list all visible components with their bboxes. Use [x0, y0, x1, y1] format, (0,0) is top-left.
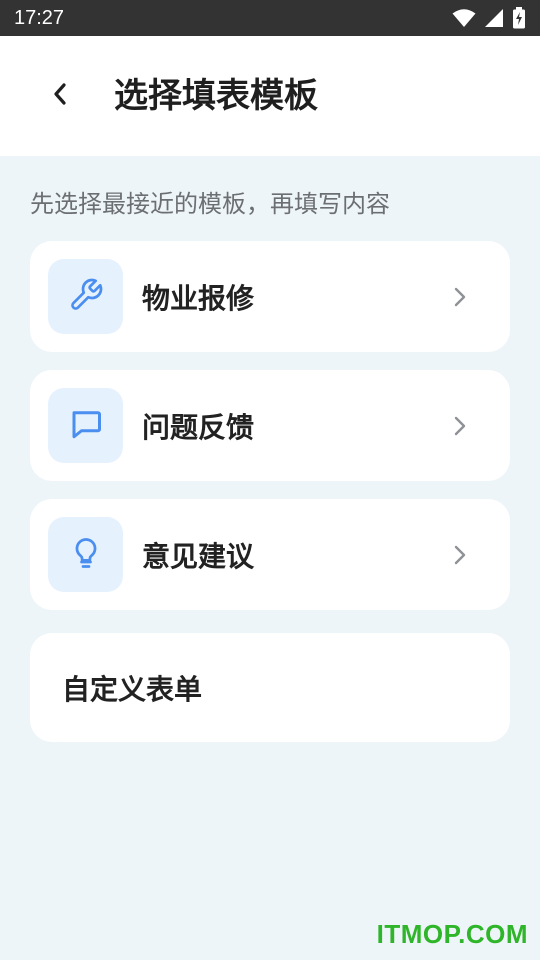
chevron-right-icon — [454, 499, 466, 610]
template-icon-box — [48, 259, 123, 334]
template-card-suggestion[interactable]: 意见建议 — [30, 499, 510, 610]
page-title: 选择填表模板 — [114, 76, 318, 116]
lightbulb-icon — [68, 535, 104, 575]
watermark-logo: ITMOP.COM — [376, 919, 528, 949]
template-icon-box — [48, 388, 123, 463]
battery-charging-icon — [512, 7, 526, 29]
custom-form-card[interactable]: 自定义表单 — [30, 633, 510, 742]
template-card-repair[interactable]: 物业报修 — [30, 241, 510, 352]
status-time: 17:27 — [14, 6, 65, 29]
status-bar: 17:27 — [0, 0, 540, 36]
template-label: 意见建议 — [142, 539, 255, 573]
status-icons — [452, 7, 526, 29]
template-card-feedback[interactable]: 问题反馈 — [30, 370, 510, 481]
template-icon-box — [48, 517, 123, 592]
chevron-right-icon — [454, 370, 466, 481]
back-button[interactable] — [38, 74, 82, 118]
custom-form-label: 自定义表单 — [62, 672, 203, 706]
message-square-icon — [68, 406, 104, 446]
signal-icon — [484, 8, 504, 28]
chevron-left-icon — [52, 82, 68, 110]
template-label: 问题反馈 — [142, 410, 255, 444]
wrench-icon — [68, 277, 104, 317]
wifi-icon — [452, 8, 476, 28]
template-label: 物业报修 — [142, 281, 255, 315]
chevron-right-icon — [454, 241, 466, 352]
instruction-text: 先选择最接近的模板，再填写内容 — [30, 190, 390, 218]
app-header: 选择填表模板 — [0, 36, 540, 156]
